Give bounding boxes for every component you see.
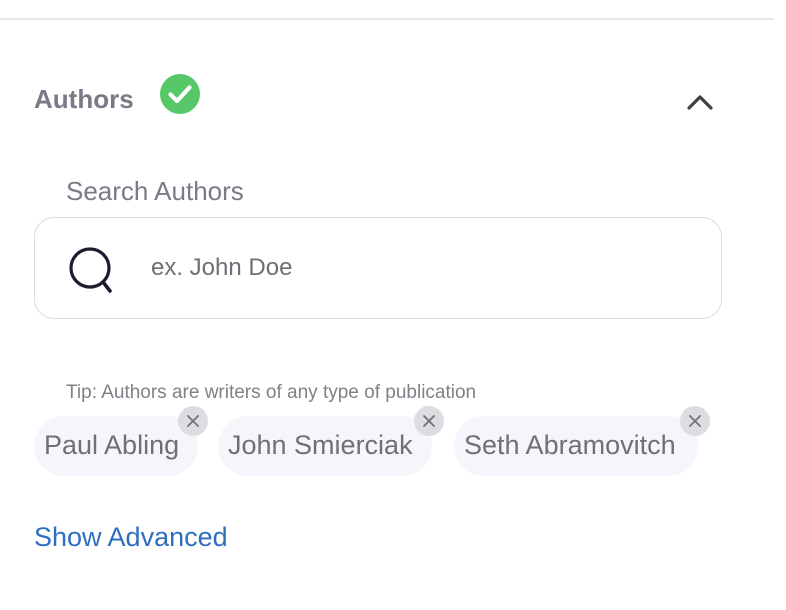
authors-section-header[interactable]: Authors: [34, 72, 724, 122]
close-icon[interactable]: [680, 406, 710, 436]
search-authors-label: Search Authors: [66, 176, 244, 206]
authors-filter-panel: Authors Search Authors Tip: Authors are …: [0, 0, 786, 610]
chevron-up-icon[interactable]: [682, 84, 718, 120]
search-authors-input[interactable]: [151, 246, 691, 290]
selected-authors-list: Paul Abling John Smierciak Seth Abramovi…: [34, 406, 754, 480]
author-chip-label: John Smierciak: [228, 430, 413, 460]
close-icon[interactable]: [414, 406, 444, 436]
close-icon[interactable]: [178, 406, 208, 436]
tip-text: Tip: Authors are writers of any type of …: [66, 382, 477, 403]
author-chip[interactable]: Seth Abramovitch: [454, 406, 710, 476]
author-chip-label: Paul Abling: [44, 430, 180, 460]
author-chip-label: Seth Abramovitch: [464, 430, 676, 460]
show-advanced-link[interactable]: Show Advanced: [34, 522, 228, 553]
top-divider: [0, 18, 774, 20]
check-circle-icon: [160, 74, 200, 114]
search-icon: [67, 245, 119, 297]
author-chip[interactable]: Paul Abling: [34, 406, 208, 476]
search-field-container[interactable]: [34, 217, 722, 319]
section-title: Authors: [34, 84, 134, 114]
author-chip[interactable]: John Smierciak: [218, 406, 444, 476]
